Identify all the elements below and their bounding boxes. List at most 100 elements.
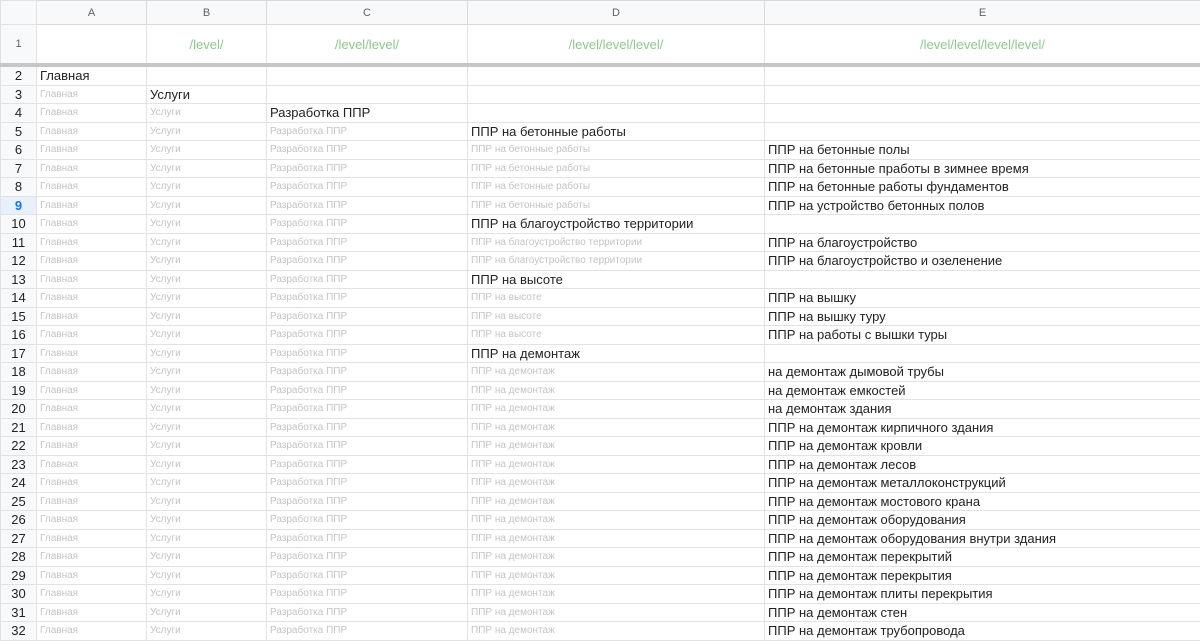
- cell-b[interactable]: Услуги: [146, 473, 267, 493]
- cell-a[interactable]: Главная: [36, 362, 147, 382]
- row-number[interactable]: 29: [0, 565, 37, 585]
- cell-a[interactable]: Главная: [36, 584, 147, 604]
- cell-b[interactable]: Услуги: [146, 547, 267, 567]
- cell-d[interactable]: ППР на высоте: [467, 306, 765, 326]
- cell-c[interactable]: Разработка ППР: [266, 177, 468, 197]
- row-number[interactable]: 15: [0, 306, 37, 326]
- level-cell-d[interactable]: /level/level/level/: [467, 24, 765, 67]
- cell-d[interactable]: ППР на демонтаж: [467, 399, 765, 419]
- level-cell-c[interactable]: /level/level/: [266, 24, 468, 67]
- cell-d[interactable]: ППР на демонтаж: [467, 510, 765, 530]
- cell-c[interactable]: Разработка ППР: [266, 140, 468, 160]
- cell-a[interactable]: Главная: [36, 121, 147, 141]
- cell-e[interactable]: ППР на вышку: [764, 288, 1200, 308]
- row-number[interactable]: 32: [0, 621, 37, 641]
- level-cell-b[interactable]: /level/: [146, 24, 267, 67]
- row-number[interactable]: 1: [0, 24, 37, 67]
- cell-e[interactable]: ППР на демонтаж плиты перекрытия: [764, 584, 1200, 604]
- cell-b[interactable]: Услуги: [146, 288, 267, 308]
- cell-c[interactable]: Разработка ППР: [266, 621, 468, 641]
- row-number[interactable]: 21: [0, 417, 37, 437]
- cell-e[interactable]: [764, 84, 1200, 104]
- cell-e[interactable]: ППР на бетонные пработы в зимнее время: [764, 158, 1200, 178]
- row-number[interactable]: 13: [0, 269, 37, 289]
- cell-c[interactable]: Разработка ППР: [266, 417, 468, 437]
- cell-e[interactable]: ППР на работы с вышки туры: [764, 325, 1200, 345]
- cell-a[interactable]: Главная: [36, 473, 147, 493]
- cell-c[interactable]: Разработка ППР: [266, 491, 468, 511]
- cell-e[interactable]: ППР на благоустройство и озеленение: [764, 251, 1200, 271]
- column-header-b[interactable]: B: [146, 0, 267, 25]
- row-number[interactable]: 3: [0, 84, 37, 104]
- cell-a[interactable]: Главная: [36, 214, 147, 234]
- cell-c[interactable]: Разработка ППР: [266, 547, 468, 567]
- cell-b[interactable]: Услуги: [146, 436, 267, 456]
- cell-a[interactable]: Главная: [36, 140, 147, 160]
- row-number[interactable]: 16: [0, 325, 37, 345]
- cell-d[interactable]: ППР на демонтаж: [467, 547, 765, 567]
- cell-d[interactable]: ППР на благоустройство территории: [467, 251, 765, 271]
- cell-a[interactable]: Главная: [36, 417, 147, 437]
- cell-b[interactable]: Услуги: [146, 140, 267, 160]
- cell-e[interactable]: на демонтаж дымовой трубы: [764, 362, 1200, 382]
- cell-d[interactable]: ППР на демонтаж: [467, 454, 765, 474]
- cell-b[interactable]: [146, 64, 267, 86]
- cell-c[interactable]: [266, 64, 468, 86]
- cell-a[interactable]: Главная: [36, 158, 147, 178]
- cell-d[interactable]: ППР на бетонные работы: [467, 195, 765, 215]
- column-header-c[interactable]: C: [266, 0, 468, 25]
- row-number[interactable]: 2: [0, 64, 37, 86]
- row-number[interactable]: 12: [0, 251, 37, 271]
- row-number[interactable]: 26: [0, 510, 37, 530]
- cell-d[interactable]: ППР на демонтаж: [467, 362, 765, 382]
- cell-c[interactable]: Разработка ППР: [266, 214, 468, 234]
- cell-b[interactable]: Услуги: [146, 380, 267, 400]
- cell-c[interactable]: Разработка ППР: [266, 436, 468, 456]
- cell-a[interactable]: Главная: [36, 177, 147, 197]
- cell-e[interactable]: ППР на демонтаж перекрытия: [764, 565, 1200, 585]
- cell-d[interactable]: ППР на бетонные работы: [467, 158, 765, 178]
- cell-c[interactable]: Разработка ППР: [266, 325, 468, 345]
- cell-e[interactable]: на демонтаж здания: [764, 399, 1200, 419]
- row-number[interactable]: 27: [0, 528, 37, 548]
- column-header-a[interactable]: A: [36, 0, 147, 25]
- cell-e[interactable]: ППР на демонтаж перекрытий: [764, 547, 1200, 567]
- row-number[interactable]: 4: [0, 103, 37, 123]
- cell-a[interactable]: Главная: [36, 510, 147, 530]
- row-number[interactable]: 25: [0, 491, 37, 511]
- cell-a[interactable]: Главная: [36, 565, 147, 585]
- cell-b[interactable]: Услуги: [146, 84, 267, 104]
- cell-b[interactable]: Услуги: [146, 399, 267, 419]
- cell-e[interactable]: ППР на благоустройство: [764, 232, 1200, 252]
- cell-d[interactable]: ППР на бетонные работы: [467, 140, 765, 160]
- cell-a[interactable]: Главная: [36, 84, 147, 104]
- row-number[interactable]: 11: [0, 232, 37, 252]
- column-header-d[interactable]: D: [467, 0, 765, 25]
- cell-d[interactable]: ППР на демонтаж: [467, 436, 765, 456]
- row-number[interactable]: 23: [0, 454, 37, 474]
- row-number[interactable]: 31: [0, 602, 37, 622]
- cell-c[interactable]: Разработка ППР: [266, 343, 468, 363]
- cell-a[interactable]: Главная: [36, 251, 147, 271]
- row-number[interactable]: 8: [0, 177, 37, 197]
- row-number[interactable]: 5: [0, 121, 37, 141]
- cell-e[interactable]: ППР на демонтаж лесов: [764, 454, 1200, 474]
- cell-d[interactable]: ППР на благоустройство территории: [467, 214, 765, 234]
- cell-d[interactable]: ППР на бетонные работы: [467, 121, 765, 141]
- cell-a[interactable]: Главная: [36, 399, 147, 419]
- cell-b[interactable]: Услуги: [146, 121, 267, 141]
- cell-e[interactable]: ППР на демонтаж металлоконструкций: [764, 473, 1200, 493]
- row-number[interactable]: 17: [0, 343, 37, 363]
- row-number[interactable]: 10: [0, 214, 37, 234]
- level-cell-a[interactable]: [36, 24, 147, 67]
- cell-c[interactable]: Разработка ППР: [266, 306, 468, 326]
- row-number[interactable]: 6: [0, 140, 37, 160]
- cell-a[interactable]: Главная: [36, 454, 147, 474]
- cell-d[interactable]: ППР на демонтаж: [467, 491, 765, 511]
- cell-b[interactable]: Услуги: [146, 491, 267, 511]
- cell-e[interactable]: ППР на демонтаж кровли: [764, 436, 1200, 456]
- cell-c[interactable]: Разработка ППР: [266, 584, 468, 604]
- cell-b[interactable]: Услуги: [146, 454, 267, 474]
- cell-c[interactable]: Разработка ППР: [266, 602, 468, 622]
- cell-b[interactable]: Услуги: [146, 232, 267, 252]
